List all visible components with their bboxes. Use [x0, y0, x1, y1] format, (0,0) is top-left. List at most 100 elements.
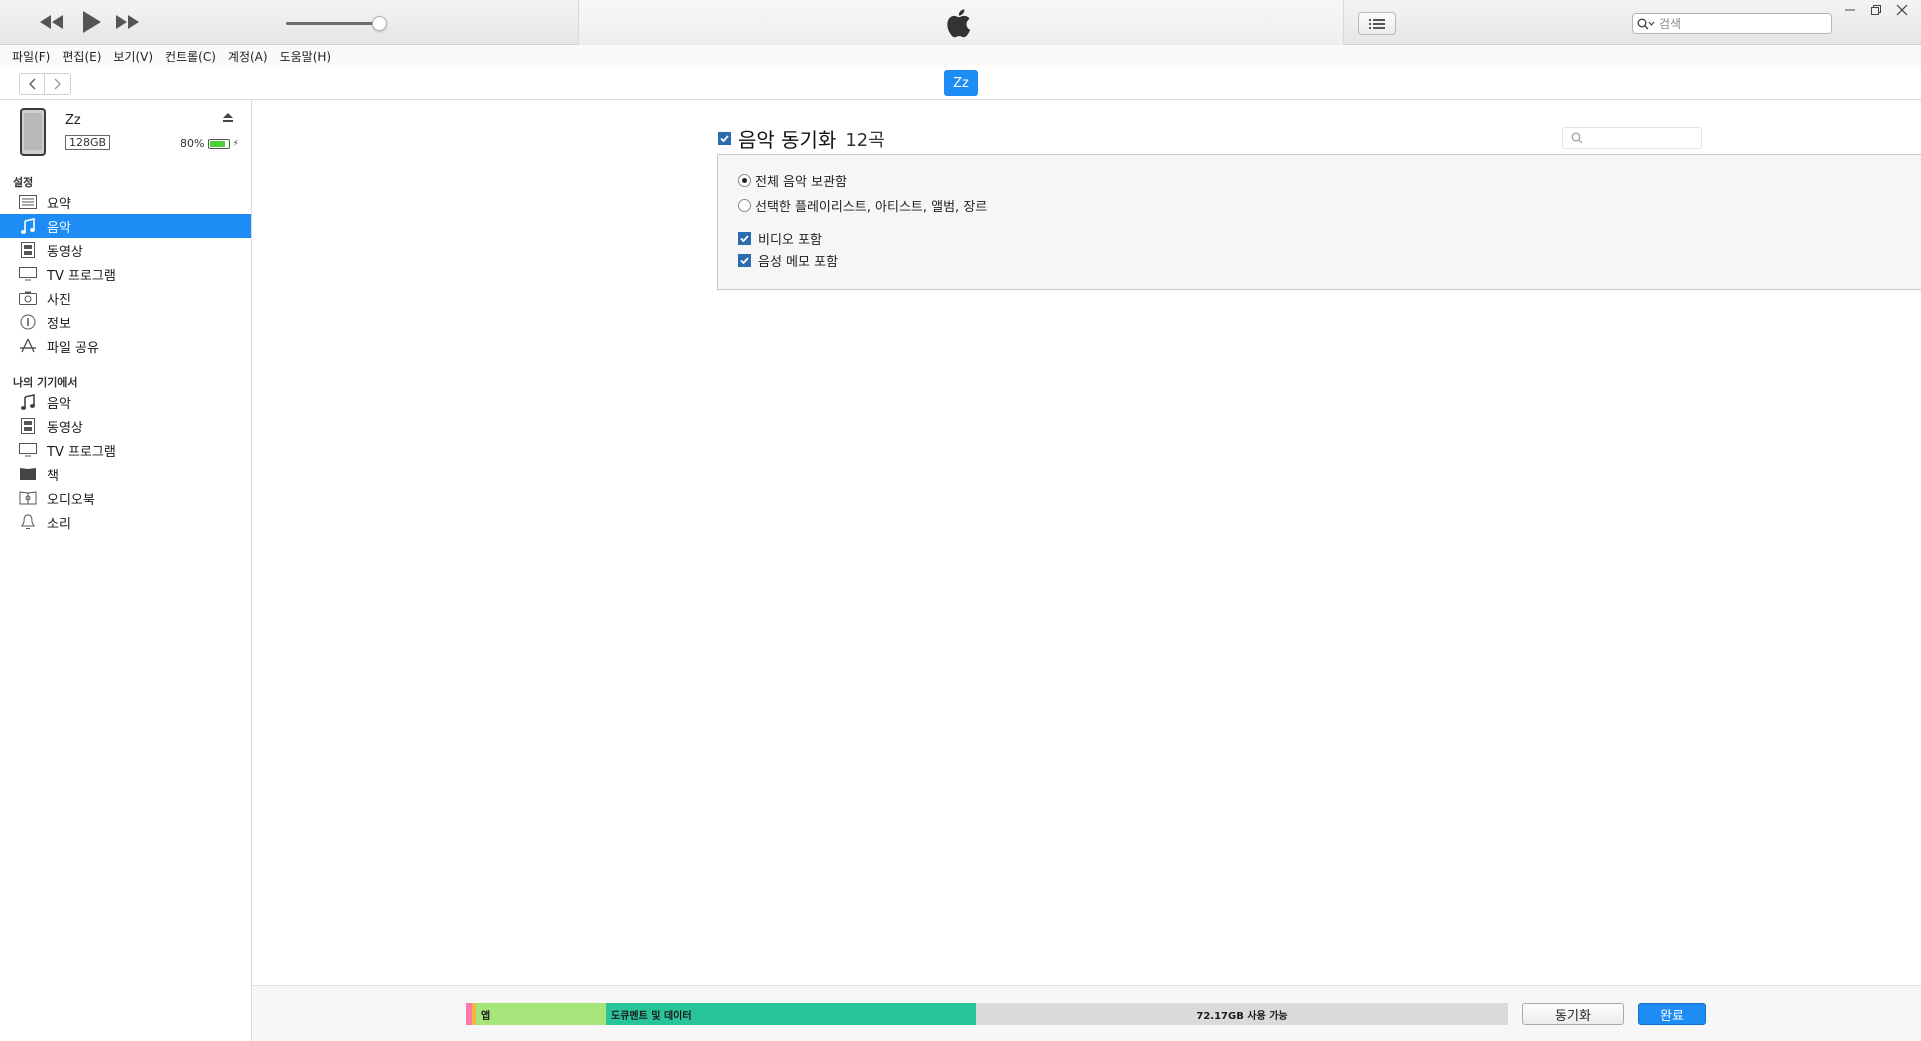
battery-percent: 80%: [180, 137, 205, 150]
option-label: 비디오 포함: [758, 233, 822, 248]
volume-knob[interactable]: [372, 16, 387, 31]
sync-music-checkbox[interactable]: [718, 132, 731, 145]
volume-slider[interactable]: [286, 16, 387, 31]
include-voice-memos-checkbox[interactable]: [738, 254, 751, 267]
sidebar-item-device-audiobooks[interactable]: 오디오북: [0, 486, 251, 510]
checkmark-icon: [739, 255, 750, 266]
sidebar-item-label: 음악: [47, 220, 71, 236]
option-include-videos[interactable]: 비디오 포함: [738, 229, 822, 248]
sidebar-item-music[interactable]: 음악: [0, 214, 251, 238]
sidebar-item-device-movies[interactable]: 동영상: [0, 414, 251, 438]
fast-forward-icon: [116, 15, 139, 29]
battery-status: 80% ⚡: [180, 137, 239, 150]
sidebar-item-file-sharing[interactable]: 파일 공유: [0, 334, 251, 358]
film-icon: [18, 417, 38, 435]
list-icon: [1369, 18, 1385, 29]
sync-options-panel: 전체 음악 보관함 선택한 플레이리스트, 아티스트, 앨범, 장르 비디오 포…: [717, 154, 1921, 290]
info-icon: [18, 313, 38, 331]
tv-icon: [18, 441, 38, 459]
search-icon: [1637, 18, 1655, 29]
device-name: Zz: [65, 113, 81, 128]
film-icon: [18, 241, 38, 259]
up-next-list-button[interactable]: [1358, 12, 1396, 35]
book-icon: [18, 465, 38, 483]
storage-segment-apps: 앱: [476, 1003, 606, 1025]
sidebar-item-movies[interactable]: 동영상: [0, 238, 251, 262]
phone-icon: [20, 108, 46, 156]
camera-icon: [18, 289, 38, 307]
option-include-voice-memos[interactable]: 음성 메모 포함: [738, 251, 838, 270]
menu-controls[interactable]: 컨트롤(C): [159, 48, 222, 65]
entire-library-radio[interactable]: [738, 174, 751, 187]
minimize-icon: [1845, 9, 1855, 11]
music-note-icon: [18, 217, 38, 235]
rewind-button[interactable]: [38, 9, 66, 35]
search-input[interactable]: [1659, 16, 1819, 31]
settings-section-title: 설정: [13, 176, 34, 189]
minimize-button[interactable]: [1837, 0, 1863, 20]
sidebar-item-device-books[interactable]: 책: [0, 462, 251, 486]
close-button[interactable]: [1889, 0, 1915, 20]
history-nav: [19, 73, 71, 95]
sidebar-item-device-tv[interactable]: TV 프로그램: [0, 438, 251, 462]
main-content: 음악 동기화 12곡 전체 음악 보관함 선택한 플레이리스트, 아티스트, 앨…: [252, 100, 1921, 1041]
menu-view[interactable]: 보기(V): [107, 48, 159, 65]
sync-button[interactable]: 동기화: [1522, 1003, 1624, 1025]
charging-icon: ⚡: [232, 138, 239, 149]
menu-bar: 파일(F) 편집(E) 보기(V) 컨트롤(C) 계정(A) 도움말(H): [0, 45, 1921, 67]
search-box[interactable]: [1632, 13, 1832, 34]
storage-segment-free: 72.17GB 사용 가능: [976, 1003, 1508, 1025]
option-label: 음성 메모 포함: [758, 255, 839, 270]
window-controls: [1837, 0, 1915, 20]
sidebar-item-label: 파일 공유: [47, 340, 99, 356]
fast-forward-button[interactable]: [114, 9, 142, 35]
menu-help[interactable]: 도움말(H): [274, 48, 338, 65]
search-icon: [1571, 132, 1583, 144]
restore-button[interactable]: [1863, 0, 1889, 20]
sidebar-item-label: 음악: [47, 396, 71, 412]
device-capacity: 128GB: [65, 135, 111, 150]
play-icon: [83, 11, 101, 33]
audiobook-icon: [18, 489, 38, 507]
close-icon: [1896, 4, 1908, 16]
sidebar-item-device-music[interactable]: 음악: [0, 390, 251, 414]
sidebar-item-label: 소리: [47, 516, 71, 532]
sidebar-item-label: 요약: [47, 196, 71, 212]
apple-logo-icon: [944, 6, 976, 44]
sidebar-item-tv[interactable]: TV 프로그램: [0, 262, 251, 286]
option-entire-library[interactable]: 전체 음악 보관함: [738, 171, 847, 190]
eject-button[interactable]: [222, 112, 234, 127]
play-button[interactable]: [78, 9, 104, 35]
include-videos-checkbox[interactable]: [738, 232, 751, 245]
sidebar-item-info[interactable]: 정보: [0, 310, 251, 334]
itunes-window: 파일(F) 편집(E) 보기(V) 컨트롤(C) 계정(A) 도움말(H) Zz…: [0, 0, 1921, 1041]
device-button[interactable]: Zz: [944, 70, 978, 96]
summary-icon: [18, 193, 38, 211]
forward-button[interactable]: [45, 73, 71, 95]
storage-bar: 앱 도큐멘트 및 데이터 72.17GB 사용 가능: [466, 1003, 1508, 1025]
music-note-icon: [18, 393, 38, 411]
menu-edit[interactable]: 편집(E): [56, 48, 107, 65]
menu-file[interactable]: 파일(F): [6, 48, 56, 65]
sidebar-item-label: 정보: [47, 316, 71, 332]
sidebar-item-label: TV 프로그램: [47, 444, 116, 460]
sync-header: 음악 동기화 12곡: [718, 124, 885, 153]
navigation-row: Zz: [0, 67, 1921, 100]
eject-icon: [223, 113, 233, 122]
done-button[interactable]: 완료: [1638, 1003, 1706, 1025]
selected-items-radio[interactable]: [738, 199, 751, 212]
music-filter-search[interactable]: [1562, 127, 1702, 149]
menu-account[interactable]: 계정(A): [222, 48, 274, 65]
sync-title: 음악 동기화: [738, 128, 837, 152]
rewind-icon: [40, 15, 63, 29]
sidebar: Zz 128GB 80% ⚡ 설정 요약 음악 동영상 TV 프로그램 사진 정…: [0, 100, 252, 1041]
sidebar-item-label: 책: [47, 468, 59, 484]
sync-song-count: 12곡: [845, 129, 885, 151]
option-label: 선택한 플레이리스트, 아티스트, 앨범, 장르: [755, 200, 988, 215]
sidebar-item-summary[interactable]: 요약: [0, 190, 251, 214]
back-button[interactable]: [19, 73, 45, 95]
tv-icon: [18, 265, 38, 283]
option-selected-items[interactable]: 선택한 플레이리스트, 아티스트, 앨범, 장르: [738, 196, 987, 215]
sidebar-item-photos[interactable]: 사진: [0, 286, 251, 310]
sidebar-item-device-sounds[interactable]: 소리: [0, 510, 251, 534]
